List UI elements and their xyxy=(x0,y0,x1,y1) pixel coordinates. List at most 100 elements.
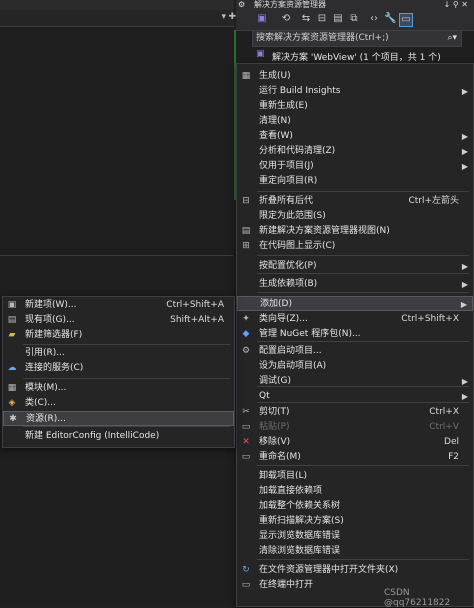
menu-item-label: 模块(M)... xyxy=(25,383,67,393)
history-icon[interactable]: ⟲ xyxy=(280,13,292,25)
menu-item-label: 在终端中打开 xyxy=(259,580,314,590)
menu-item-卸载项目-l[interactable]: 卸载项目(L) xyxy=(237,469,473,484)
gear-icon[interactable]: ⚙ xyxy=(238,0,245,10)
menu-item-剪切-t[interactable]: ✂ 剪切(T) Ctrl+X xyxy=(237,405,473,420)
menu-item-查看-w[interactable]: 查看(W) ▶ xyxy=(237,129,473,144)
solution-icon: ▣ xyxy=(256,49,265,59)
menu-item-label: 在代码图上显示(C) xyxy=(259,241,336,251)
menu-item-label: 重命名(M) xyxy=(259,452,301,462)
menu-item-label: Qt xyxy=(259,391,270,401)
gear-icon: ⚙ xyxy=(241,346,251,356)
menu-item-新建筛选器-f[interactable]: ▰ 新建筛选器(F) xyxy=(3,328,234,343)
menu-item-连接的服务-c[interactable]: ☁ 连接的服务(C) xyxy=(3,361,234,376)
menu-item-按配置优化-p[interactable]: 按配置优化(P) ▶ xyxy=(237,259,473,274)
menu-item-label: 在文件资源管理器中打开文件夹(X) xyxy=(259,565,399,575)
menu-item-配置启动项目[interactable]: ⚙ 配置启动项目... xyxy=(237,344,473,359)
menu-item-模块-m[interactable]: ▦ 模块(M)... xyxy=(3,381,234,396)
menu-separator xyxy=(257,559,469,560)
submenu-arrow-icon: ▶ xyxy=(461,377,468,386)
open-folder-icon: ↻ xyxy=(242,565,250,575)
submenu-arrow-icon: ▶ xyxy=(460,300,467,309)
project-context-menu: ▦ 生成(U) 运行 Build Insights ▶ 重新生成(E) 清理(N) 查看(W… xyxy=(236,63,474,607)
solution-node[interactable]: 解决方案 'WebView' (1 个项目，共 1 个) xyxy=(272,50,441,63)
properties-icon[interactable]: 🔧 xyxy=(384,13,396,25)
filter-folder-icon: ▰ xyxy=(8,330,16,340)
vs-projects-icon[interactable]: ▣ xyxy=(256,13,268,25)
dropdown-chevron-icon[interactable]: ▾ xyxy=(221,12,226,22)
menu-item-类-c[interactable]: ◈ 类(C)... xyxy=(3,396,234,411)
menu-item-资源-r[interactable]: ✱ 资源(R)... xyxy=(3,411,234,426)
code-editor[interactable] xyxy=(0,27,234,255)
menu-item-新建-editorconfig-intellicode[interactable]: 新建 EditorConfig (IntelliCode) xyxy=(3,429,234,444)
copy-icon[interactable]: ⧉ xyxy=(348,13,360,25)
menu-item-运行-build-insights[interactable]: 运行 Build Insights ▶ xyxy=(237,84,473,99)
sync-icon[interactable]: ⇆ xyxy=(300,13,312,25)
preview-icon[interactable]: ▭ xyxy=(399,13,413,27)
menu-item-label: 重定向项目(R) xyxy=(259,176,318,186)
menu-item-label: 卸载项目(L) xyxy=(259,471,308,481)
new-view-icon: ▤ xyxy=(241,226,251,236)
menu-item-类向导-z[interactable]: ✦ 类向导(Z)... Ctrl+Shift+X xyxy=(237,312,473,327)
menu-item-显示浏览数据库错误[interactable]: 显示浏览数据库错误 xyxy=(237,529,473,544)
menu-item-新建解决方案资源管理器视图-n[interactable]: ▤ 新建解决方案资源管理器视图(N) xyxy=(237,224,473,239)
menu-item-新建项-w[interactable]: ▣ 新建项(W)... Ctrl+Shift+A xyxy=(3,298,234,313)
menu-item-label: 剪切(T) xyxy=(259,407,290,417)
menu-item-加载直接依赖项[interactable]: 加载直接依赖项 xyxy=(237,484,473,499)
menu-item-label: 类向导(Z)... xyxy=(259,314,308,324)
menu-item-在代码图上显示-c[interactable]: ⊞ 在代码图上显示(C) xyxy=(237,239,473,254)
menu-item-加载整个依赖关系树[interactable]: 加载整个依赖关系树 xyxy=(237,499,473,514)
menu-item-label: 重新扫描解决方案(S) xyxy=(259,516,344,526)
submenu-arrow-icon: ▶ xyxy=(461,147,468,156)
remove-icon: ✕ xyxy=(242,437,250,447)
panel-window-controls[interactable]: ↓ ⚲ ✕ xyxy=(444,0,468,10)
menu-item-调试-g[interactable]: 调试(G) ▶ xyxy=(237,374,473,389)
menu-item-生成依赖项-b[interactable]: 生成依赖项(B) ▶ xyxy=(237,277,473,292)
menu-item-shortcut: Ctrl+左箭头 xyxy=(408,196,459,206)
split-editor-icon[interactable]: ✚ xyxy=(228,12,236,22)
editor-navigation-bar[interactable]: ▾ ✚ xyxy=(0,10,236,27)
menu-item-在文件资源管理器中打开文件夹-x[interactable]: ↻ 在文件资源管理器中打开文件夹(X) xyxy=(237,563,473,578)
menu-item-清理-n[interactable]: 清理(N) xyxy=(237,114,473,129)
menu-item-限定为此范围-s[interactable]: 限定为此范围(S) xyxy=(237,209,473,224)
menu-item-shortcut: Ctrl+X xyxy=(429,407,459,417)
search-icon[interactable]: ⌕▾ xyxy=(447,31,457,46)
submenu-arrow-icon: ▶ xyxy=(461,392,468,401)
search-input[interactable]: 搜索解决方案资源管理器(Ctrl+;) xyxy=(256,31,389,46)
menu-item-shortcut: Ctrl+Shift+A xyxy=(166,300,224,310)
menu-item-生成-u[interactable]: ▦ 生成(U) xyxy=(237,69,473,84)
menu-item-label: 配置启动项目... xyxy=(259,346,322,356)
menu-item-添加-d[interactable]: 添加(D) ▶ xyxy=(237,296,473,311)
submenu-arrow-icon: ▶ xyxy=(461,280,468,289)
menu-item-折叠所有后代[interactable]: ⊟ 折叠所有后代 Ctrl+左箭头 xyxy=(237,194,473,209)
menu-item-清除浏览数据库错误[interactable]: 清除浏览数据库错误 xyxy=(237,544,473,559)
menu-item-移除-v[interactable]: ✕ 移除(V) Del xyxy=(237,435,473,450)
solution-tree[interactable]: ▣ 解决方案 'WebView' (1 个项目，共 1 个) xyxy=(236,47,474,63)
menu-item-仅用于项目-j[interactable]: 仅用于项目(J) ▶ xyxy=(237,159,473,174)
menu-item-现有项-g[interactable]: ▤ 现有项(G)... Shift+Alt+A xyxy=(3,313,234,328)
menu-item-label: 新建筛选器(F) xyxy=(25,330,83,340)
menu-item-粘贴-p[interactable]: ▭ 粘贴(P) Ctrl+V xyxy=(237,420,473,435)
menu-item-label: 按配置优化(P) xyxy=(259,261,317,271)
solution-explorer-search[interactable]: 搜索解决方案资源管理器(Ctrl+;) ⌕▾ xyxy=(252,30,462,47)
class-wizard-icon: ✦ xyxy=(242,314,250,324)
show-files-icon[interactable]: ▤ xyxy=(332,13,344,25)
menu-item-label: 显示浏览数据库错误 xyxy=(259,531,341,541)
submenu-arrow-icon: ▶ xyxy=(461,162,468,171)
menu-item-引用-r[interactable]: 引用(R)... xyxy=(3,346,234,361)
menu-item-分析和代码清理-z[interactable]: 分析和代码清理(Z) ▶ xyxy=(237,144,473,159)
collapse-all-icon[interactable]: ⊟ xyxy=(316,13,328,25)
menu-item-重定向项目-r[interactable]: 重定向项目(R) xyxy=(237,174,473,189)
menu-item-重新生成-e[interactable]: 重新生成(E) xyxy=(237,99,473,114)
solution-explorer-title-bar: ⚙ 解决方案资源管理器 ↓ ⚲ ✕ xyxy=(236,0,474,10)
code-view-icon[interactable]: ‹› xyxy=(368,13,380,25)
menu-item-管理-nuget-程序包-n[interactable]: ◆ 管理 NuGet 程序包(N)... xyxy=(237,327,473,342)
menu-item-label: 生成(U) xyxy=(259,71,291,81)
menu-item-重新扫描解决方案-s[interactable]: 重新扫描解决方案(S) xyxy=(237,514,473,529)
menu-item-qt[interactable]: Qt ▶ xyxy=(237,389,473,404)
menu-item-设为启动项目-a[interactable]: 设为启动项目(A) xyxy=(237,359,473,374)
menu-item-label: 移除(V) xyxy=(259,437,291,447)
resource-icon: ✱ xyxy=(9,414,17,424)
menu-item-重命名-m[interactable]: ▭ 重命名(M) F2 xyxy=(237,450,473,465)
submenu-arrow-icon: ▶ xyxy=(461,132,468,141)
menu-separator xyxy=(257,465,469,466)
